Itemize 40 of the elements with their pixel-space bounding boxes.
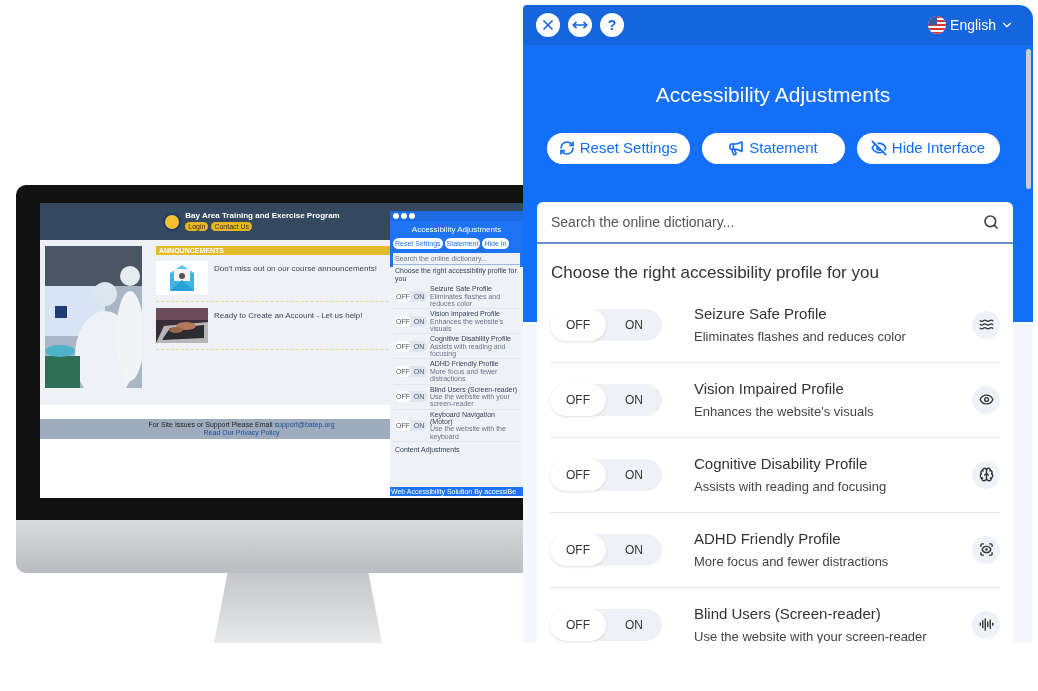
close-button[interactable] [536, 13, 560, 37]
profile-description: Eliminates flashes and reduces color [694, 328, 906, 346]
toggle-switch[interactable]: OFF ON [550, 533, 662, 566]
profile-description: Enhances the website's visuals [694, 403, 874, 421]
logo-icon [163, 212, 182, 231]
profile-name: Cognitive Disability Profile [694, 453, 869, 474]
section-heading: Choose the right accessibility profile for you [550, 262, 880, 284]
resize-button[interactable] [568, 13, 592, 37]
profile-description: Use the website with your screen-reader [694, 628, 927, 643]
panel-button[interactable]: Statement [701, 132, 845, 164]
profile-name: Seizure Safe Profile [694, 303, 828, 324]
megaphone-icon [728, 140, 745, 156]
language-selector[interactable]: English [928, 14, 1014, 36]
search-field[interactable]: Search the online dictionary... [537, 202, 1013, 244]
panel-title: Accessibility Adjustments [655, 82, 891, 108]
eye-slash-icon [870, 140, 887, 156]
panel-title: Accessibility Adjustments [411, 226, 502, 234]
audio-lines-icon [972, 610, 1000, 639]
eye-icon [972, 385, 1000, 414]
search-icon [983, 214, 999, 230]
toggle-switch[interactable]: OFF ON [550, 458, 662, 491]
site-title: Bay Area Training and Exercise Program [185, 212, 340, 220]
toggle-switch[interactable]: OFF ON [550, 608, 662, 641]
profile-name: ADHD Friendly Profile [694, 528, 842, 549]
toggle-switch[interactable]: OFF ON [550, 308, 662, 341]
help-button[interactable]: ? [600, 13, 624, 37]
focus-icon [972, 535, 1000, 564]
profile-description: More focus and fewer distractions [694, 553, 889, 571]
waves-icon [972, 310, 1000, 339]
flag-icon [928, 16, 947, 34]
refresh-icon [558, 140, 575, 156]
panel-button[interactable]: Hide Interface [856, 132, 1000, 164]
profile-name: Vision Impaired Profile [694, 378, 845, 399]
announcement-text[interactable]: Don't miss out on our course announcements! [214, 261, 377, 295]
panel-button[interactable]: Reset Settings [546, 132, 690, 164]
brain-icon [972, 460, 1000, 489]
profile-name: Blind Users (Screen-reader) [694, 603, 882, 624]
announcement-text[interactable]: Ready to Create an Account - Let us help! [214, 308, 363, 343]
profile-description: Assists with reading and focusing [694, 478, 887, 496]
toggle-switch[interactable]: OFF ON [550, 383, 662, 416]
